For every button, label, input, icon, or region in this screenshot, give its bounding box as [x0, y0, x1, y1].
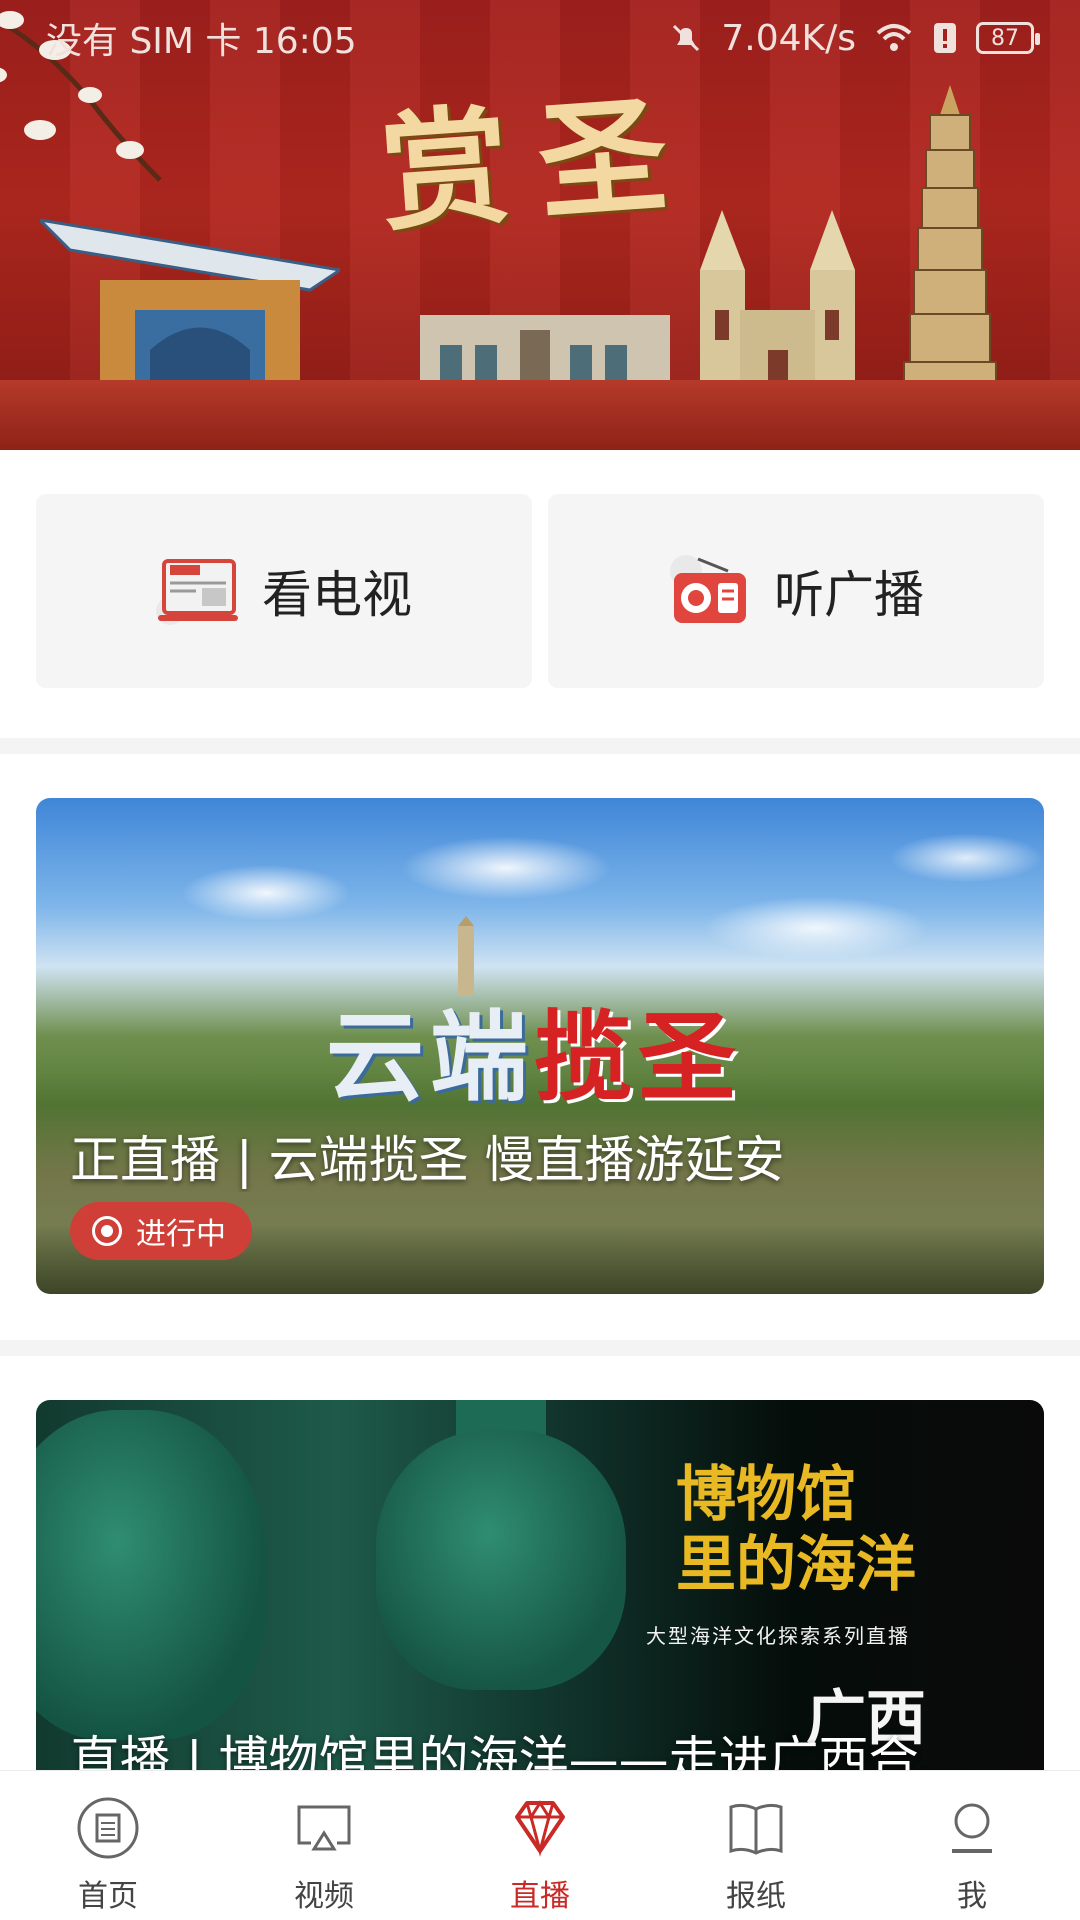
battery-level: 87 — [991, 25, 1019, 51]
network-speed: 7.04K/s — [721, 17, 856, 59]
nav-video-label: 视频 — [294, 1879, 354, 1914]
listen-radio-button[interactable]: 听广播 — [548, 494, 1044, 688]
nav-newspaper-label: 报纸 — [726, 1879, 786, 1914]
nav-home-label: 首页 — [78, 1879, 138, 1914]
jug-illustration — [376, 1430, 626, 1690]
poster-subtitle: 大型海洋文化探索系列直播 — [646, 1624, 910, 1648]
quick-actions: 看电视 听广播 — [36, 494, 1044, 688]
vase-illustration — [36, 1410, 266, 1740]
carrier-time: 没有 SIM 卡 16:05 — [46, 21, 357, 62]
logo-text-left: 云端 — [326, 1001, 535, 1115]
wifi-icon — [876, 24, 912, 51]
tv-news-icon — [156, 559, 238, 625]
pagoda-illustration — [903, 85, 997, 415]
nav-home[interactable]: 首页 — [0, 1771, 216, 1920]
nav-live[interactable]: 直播 — [432, 1771, 648, 1920]
profile-icon — [952, 1803, 992, 1853]
poster-title: 博物馆 里的海洋 — [676, 1460, 916, 1600]
live-status-badge: 进行中 — [70, 1202, 252, 1260]
home-icon — [77, 1797, 139, 1859]
status-icons: 7.04K/s 87 — [669, 17, 1040, 59]
nav-profile[interactable]: 我 — [864, 1771, 1080, 1920]
live-card[interactable]: 博物馆 里的海洋 大型海洋文化探索系列直播 广西 直播 | 博物馆里的海洋——走… — [36, 1400, 1044, 1772]
banner-wave-pattern — [0, 380, 1080, 450]
battery-icon: 87 — [976, 22, 1040, 54]
video-icon — [297, 1805, 351, 1851]
watch-tv-label: 看电视 — [262, 566, 412, 624]
bottom-navigation: 首页 视频 直播 报纸 我 — [0, 1770, 1080, 1920]
listen-radio-label: 听广播 — [774, 566, 924, 624]
cloud-lansheng-logo: 云端揽圣 — [326, 978, 742, 1120]
logo-text-right: 揽圣 — [534, 1001, 743, 1115]
radio-icon — [670, 555, 746, 623]
live-status-text: 进行中 — [136, 1217, 226, 1252]
live-card[interactable]: 云端揽圣 正直播 | 云端揽圣 慢直播游延安 进行中 — [36, 798, 1044, 1294]
record-icon — [92, 1216, 122, 1246]
live-card-title: 直播 | 博物馆里的海洋——走进广西合… — [70, 1731, 969, 1772]
mute-bell-icon — [673, 24, 700, 52]
nav-video[interactable]: 视频 — [216, 1771, 432, 1920]
section-divider — [0, 1340, 1080, 1356]
sim-alert-icon — [934, 23, 956, 53]
newspaper-icon — [729, 1803, 783, 1855]
nav-newspaper[interactable]: 报纸 — [648, 1771, 864, 1920]
section-divider — [0, 738, 1080, 754]
live-card-title: 正直播 | 云端揽圣 慢直播游延安 — [70, 1131, 785, 1189]
live-diamond-icon — [515, 1800, 565, 1857]
banner-title: 赏圣 — [375, 78, 702, 250]
status-bar: 没有 SIM 卡 16:05 7.04K/s 87 — [0, 0, 1080, 76]
nav-profile-label: 我 — [957, 1879, 987, 1914]
watch-tv-button[interactable]: 看电视 — [36, 494, 532, 688]
nav-live-label: 直播 — [510, 1879, 570, 1914]
